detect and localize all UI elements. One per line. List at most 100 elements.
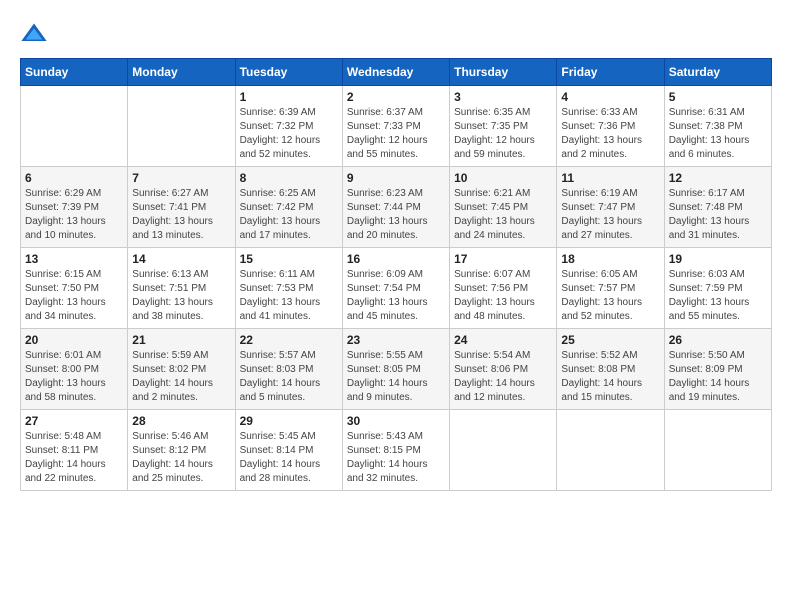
day-info: Sunrise: 6:25 AM Sunset: 7:42 PM Dayligh… — [240, 187, 338, 243]
day-info: Sunrise: 5:48 AM Sunset: 8:11 PM Dayligh… — [25, 430, 123, 486]
calendar-cell: 11 Sunrise: 6:19 AM Sunset: 7:47 PM Dayli… — [557, 167, 664, 248]
calendar-cell: 2 Sunrise: 6:37 AM Sunset: 7:33 PM Daylig… — [342, 86, 449, 167]
day-number: 11 — [561, 171, 659, 185]
day-info: Sunrise: 6:23 AM Sunset: 7:44 PM Dayligh… — [347, 187, 445, 243]
calendar-cell — [21, 86, 128, 167]
calendar-header: SundayMondayTuesdayWednesdayThursdayFrid… — [21, 59, 772, 86]
day-number: 2 — [347, 90, 445, 104]
calendar-cell: 30 Sunrise: 5:43 AM Sunset: 8:15 PM Dayli… — [342, 410, 449, 491]
day-number: 21 — [132, 333, 230, 347]
calendar-cell: 27 Sunrise: 5:48 AM Sunset: 8:11 PM Dayli… — [21, 410, 128, 491]
day-info: Sunrise: 6:11 AM Sunset: 7:53 PM Dayligh… — [240, 268, 338, 324]
day-number: 5 — [669, 90, 767, 104]
calendar-cell — [664, 410, 771, 491]
calendar-cell — [450, 410, 557, 491]
calendar-cell: 1 Sunrise: 6:39 AM Sunset: 7:32 PM Daylig… — [235, 86, 342, 167]
calendar-week-3: 13Sunrise: 6:15 AM Sunset: 7:50 PM Dayli… — [21, 248, 772, 329]
day-info: Sunrise: 6:21 AM Sunset: 7:45 PM Dayligh… — [454, 187, 552, 243]
calendar-cell: 4Sunrise: 6:33 AM Sunset: 7:36 PM Daylig… — [557, 86, 664, 167]
day-number: 14 — [132, 252, 230, 266]
day-number: 28 — [132, 414, 230, 428]
logo — [20, 20, 52, 48]
calendar-week-1: 1 Sunrise: 6:39 AM Sunset: 7:32 PM Daylig… — [21, 86, 772, 167]
day-number: 25 — [561, 333, 659, 347]
day-header-thursday: Thursday — [450, 59, 557, 86]
calendar-cell: 8 Sunrise: 6:25 AM Sunset: 7:42 PM Daylig… — [235, 167, 342, 248]
calendar-cell: 28Sunrise: 5:46 AM Sunset: 8:12 PM Dayli… — [128, 410, 235, 491]
day-number: 13 — [25, 252, 123, 266]
day-info: Sunrise: 6:39 AM Sunset: 7:32 PM Dayligh… — [240, 106, 338, 162]
day-number: 15 — [240, 252, 338, 266]
day-info: Sunrise: 6:37 AM Sunset: 7:33 PM Dayligh… — [347, 106, 445, 162]
calendar-cell: 7 Sunrise: 6:27 AM Sunset: 7:41 PM Daylig… — [128, 167, 235, 248]
day-number: 24 — [454, 333, 552, 347]
calendar-cell: 16 Sunrise: 6:09 AM Sunset: 7:54 PM Dayli… — [342, 248, 449, 329]
day-info: Sunrise: 5:52 AM Sunset: 8:08 PM Dayligh… — [561, 349, 659, 405]
day-info: Sunrise: 6:07 AM Sunset: 7:56 PM Dayligh… — [454, 268, 552, 324]
day-info: Sunrise: 5:43 AM Sunset: 8:15 PM Dayligh… — [347, 430, 445, 486]
day-number: 19 — [669, 252, 767, 266]
calendar-cell: 5 Sunrise: 6:31 AM Sunset: 7:38 PM Daylig… — [664, 86, 771, 167]
calendar-cell: 23 Sunrise: 5:55 AM Sunset: 8:05 PM Dayli… — [342, 329, 449, 410]
day-info: Sunrise: 5:54 AM Sunset: 8:06 PM Dayligh… — [454, 349, 552, 405]
day-number: 16 — [347, 252, 445, 266]
page-header — [20, 20, 772, 48]
day-number: 8 — [240, 171, 338, 185]
calendar-cell: 25 Sunrise: 5:52 AM Sunset: 8:08 PM Dayli… — [557, 329, 664, 410]
day-info: Sunrise: 6:13 AM Sunset: 7:51 PM Dayligh… — [132, 268, 230, 324]
day-header-tuesday: Tuesday — [235, 59, 342, 86]
calendar-cell: 17 Sunrise: 6:07 AM Sunset: 7:56 PM Dayli… — [450, 248, 557, 329]
calendar-cell: 29Sunrise: 5:45 AM Sunset: 8:14 PM Dayli… — [235, 410, 342, 491]
day-info: Sunrise: 5:57 AM Sunset: 8:03 PM Dayligh… — [240, 349, 338, 405]
calendar-cell: 6 Sunrise: 6:29 AM Sunset: 7:39 PM Daylig… — [21, 167, 128, 248]
day-number: 18 — [561, 252, 659, 266]
day-info: Sunrise: 6:31 AM Sunset: 7:38 PM Dayligh… — [669, 106, 767, 162]
day-info: Sunrise: 6:29 AM Sunset: 7:39 PM Dayligh… — [25, 187, 123, 243]
day-header-friday: Friday — [557, 59, 664, 86]
day-number: 10 — [454, 171, 552, 185]
calendar-cell: 12 Sunrise: 6:17 AM Sunset: 7:48 PM Dayli… — [664, 167, 771, 248]
day-number: 29 — [240, 414, 338, 428]
day-number: 12 — [669, 171, 767, 185]
calendar-table: SundayMondayTuesdayWednesdayThursdayFrid… — [20, 58, 772, 491]
calendar-cell: 3 Sunrise: 6:35 AM Sunset: 7:35 PM Daylig… — [450, 86, 557, 167]
day-info: Sunrise: 6:27 AM Sunset: 7:41 PM Dayligh… — [132, 187, 230, 243]
calendar-cell: 26Sunrise: 5:50 AM Sunset: 8:09 PM Dayli… — [664, 329, 771, 410]
day-number: 27 — [25, 414, 123, 428]
day-header-monday: Monday — [128, 59, 235, 86]
day-number: 17 — [454, 252, 552, 266]
calendar-cell: 21 Sunrise: 5:59 AM Sunset: 8:02 PM Dayli… — [128, 329, 235, 410]
calendar-cell — [128, 86, 235, 167]
calendar-cell: 24 Sunrise: 5:54 AM Sunset: 8:06 PM Dayli… — [450, 329, 557, 410]
calendar-cell: 14 Sunrise: 6:13 AM Sunset: 7:51 PM Dayli… — [128, 248, 235, 329]
calendar-week-4: 20 Sunrise: 6:01 AM Sunset: 8:00 PM Dayli… — [21, 329, 772, 410]
day-header-wednesday: Wednesday — [342, 59, 449, 86]
calendar-week-2: 6 Sunrise: 6:29 AM Sunset: 7:39 PM Daylig… — [21, 167, 772, 248]
day-number: 7 — [132, 171, 230, 185]
day-header-sunday: Sunday — [21, 59, 128, 86]
day-info: Sunrise: 5:55 AM Sunset: 8:05 PM Dayligh… — [347, 349, 445, 405]
day-info: Sunrise: 6:01 AM Sunset: 8:00 PM Dayligh… — [25, 349, 123, 405]
day-number: 3 — [454, 90, 552, 104]
day-number: 4 — [561, 90, 659, 104]
calendar-cell: 20 Sunrise: 6:01 AM Sunset: 8:00 PM Dayli… — [21, 329, 128, 410]
day-number: 6 — [25, 171, 123, 185]
calendar-cell: 13Sunrise: 6:15 AM Sunset: 7:50 PM Dayli… — [21, 248, 128, 329]
day-info: Sunrise: 5:59 AM Sunset: 8:02 PM Dayligh… — [132, 349, 230, 405]
calendar-cell: 19 Sunrise: 6:03 AM Sunset: 7:59 PM Dayli… — [664, 248, 771, 329]
day-number: 30 — [347, 414, 445, 428]
day-header-saturday: Saturday — [664, 59, 771, 86]
day-number: 23 — [347, 333, 445, 347]
day-info: Sunrise: 6:19 AM Sunset: 7:47 PM Dayligh… — [561, 187, 659, 243]
calendar-cell: 9 Sunrise: 6:23 AM Sunset: 7:44 PM Daylig… — [342, 167, 449, 248]
calendar-week-5: 27 Sunrise: 5:48 AM Sunset: 8:11 PM Dayli… — [21, 410, 772, 491]
calendar-cell — [557, 410, 664, 491]
day-info: Sunrise: 6:09 AM Sunset: 7:54 PM Dayligh… — [347, 268, 445, 324]
day-number: 20 — [25, 333, 123, 347]
day-info: Sunrise: 6:35 AM Sunset: 7:35 PM Dayligh… — [454, 106, 552, 162]
day-number: 26 — [669, 333, 767, 347]
day-info: Sunrise: 6:03 AM Sunset: 7:59 PM Dayligh… — [669, 268, 767, 324]
day-info: Sunrise: 6:17 AM Sunset: 7:48 PM Dayligh… — [669, 187, 767, 243]
day-number: 1 — [240, 90, 338, 104]
day-number: 9 — [347, 171, 445, 185]
